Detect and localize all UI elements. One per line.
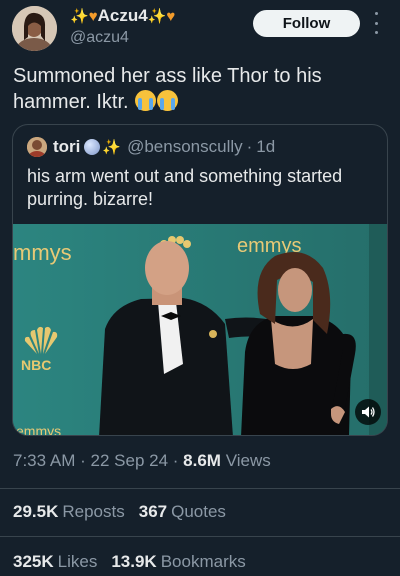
backdrop-text-bottom: emmys (16, 423, 61, 436)
loudly-crying-face-icon (157, 90, 179, 111)
separator-dot: · (246, 137, 253, 156)
quoted-video[interactable]: mmys emmys emmys NBC (13, 224, 387, 436)
author-avatar[interactable] (12, 6, 57, 51)
sparkles-icon: ✨ (102, 138, 122, 156)
quoted-author-name: tori (53, 137, 81, 156)
engagement-row-2: 325K Likes 13.9K Bookmarks (13, 552, 260, 572)
quotes-count: 367 (138, 502, 168, 521)
separator-dot: · (172, 451, 179, 470)
tweet-meta: 7:33 AM · 22 Sep 24 · 8.6M Views (13, 451, 271, 471)
divider (0, 488, 400, 489)
globe-icon (84, 139, 101, 155)
author-display-name[interactable]: Aczu4 (98, 6, 148, 26)
more-options-icon[interactable] (370, 12, 382, 34)
separator-dot: · (80, 451, 86, 470)
tweet-date[interactable]: 22 Sep 24 (91, 451, 169, 470)
quotes-stat[interactable]: 367 Quotes (139, 502, 226, 522)
engagement-row-1: 29.5K Reposts 367 Quotes (13, 502, 240, 522)
bookmarks-stat[interactable]: 13.9K Bookmarks (111, 552, 245, 572)
quoted-tweet-header: tori ✨ @bensonscully · 1d (27, 137, 275, 157)
bookmarks-count: 13.9K (111, 552, 157, 571)
quoted-tweet-text: his arm went out and something started p… (27, 166, 343, 209)
quoted-age: 1d (256, 137, 276, 156)
reposts-label: Reposts (62, 502, 125, 521)
loudly-crying-face-icon (135, 90, 157, 111)
sparkles-icon: ✨ (147, 7, 167, 25)
nbc-logo-text: NBC (21, 357, 51, 373)
quoted-tweet-card[interactable]: tori ✨ @bensonscully · 1d his arm went o… (12, 124, 388, 436)
views-count: 8.6M (183, 451, 221, 470)
tweet-time[interactable]: 7:33 AM (13, 451, 75, 470)
bookmarks-label: Bookmarks (160, 552, 246, 571)
likes-count: 325K (13, 552, 54, 571)
speaker-icon[interactable] (355, 399, 381, 425)
follow-button[interactable]: Follow (253, 10, 360, 37)
author-handle[interactable]: @aczu4 (70, 29, 129, 47)
views-label: Views (225, 451, 271, 470)
orange-heart-icon: ♥ (88, 7, 98, 25)
sparkles-icon: ✨ (70, 7, 89, 25)
quoted-author-handle: @bensonscully (127, 137, 243, 156)
backdrop-text-left: mmys (13, 240, 72, 265)
tweet-body: Summoned her ass like Thor to his hammer… (13, 63, 393, 115)
divider (0, 536, 400, 537)
likes-label: Likes (57, 552, 98, 571)
likes-stat[interactable]: 325K Likes (13, 552, 97, 572)
quotes-label: Quotes (171, 502, 226, 521)
reposts-count: 29.5K (13, 502, 59, 521)
author-name-row[interactable]: ✨ ♥ Aczu4 ✨ ♥ (70, 5, 175, 27)
orange-heart-icon: ♥ (166, 7, 176, 25)
reposts-stat[interactable]: 29.5K Reposts (13, 502, 125, 522)
tweet-header: ✨ ♥ Aczu4 ✨ ♥ @aczu4 Follow (0, 0, 400, 60)
quoted-author-avatar (27, 137, 47, 157)
